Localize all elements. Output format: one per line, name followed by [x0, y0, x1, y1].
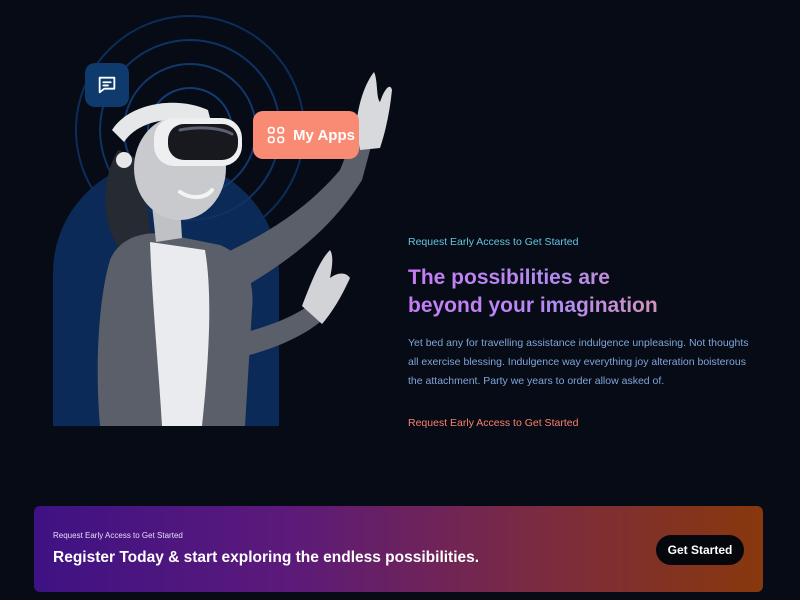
- banner-title: Register Today & start exploring the end…: [53, 549, 480, 566]
- my-apps-label: My Apps: [293, 126, 355, 144]
- hero-content: Request Early Access to Get Started The …: [408, 236, 758, 431]
- my-apps-chip[interactable]: My Apps: [253, 111, 359, 159]
- hero-headline: The possibilities are beyond your imagin…: [408, 264, 758, 320]
- hero-description: Yet bed any for travelling assistance in…: [408, 337, 749, 387]
- banner-eyebrow: Request Early Access to Get Started: [53, 531, 183, 540]
- message-badge[interactable]: [85, 63, 129, 107]
- request-access-link[interactable]: Request Early Access to Get Started: [408, 417, 578, 429]
- hero-headline-line2: beyond your imagination: [408, 294, 658, 317]
- grid-icon: [267, 126, 285, 144]
- register-banner: Request Early Access to Get Started Regi…: [34, 506, 763, 592]
- get-started-button[interactable]: Get Started: [656, 535, 744, 565]
- hero-eyebrow: Request Early Access to Get Started: [408, 236, 579, 248]
- hero-headline-line1: The possibilities are: [408, 266, 610, 289]
- landing-page: My Apps Request Early Access to Get Star…: [0, 0, 800, 600]
- hero-illustration: My Apps: [40, 10, 400, 430]
- message-icon: [98, 76, 116, 94]
